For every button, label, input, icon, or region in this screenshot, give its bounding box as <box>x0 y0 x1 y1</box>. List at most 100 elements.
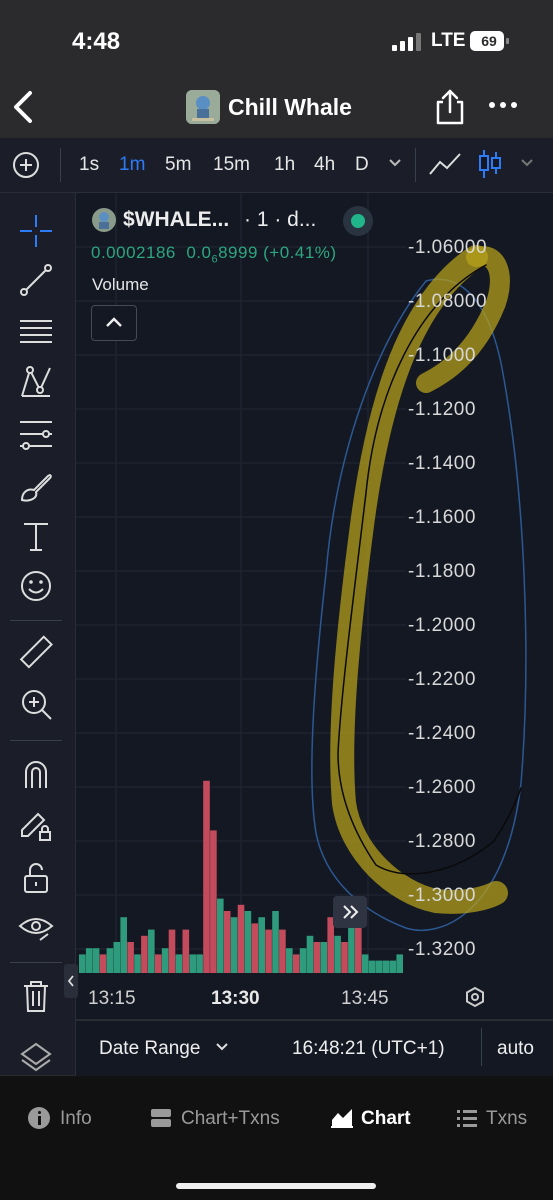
y-axis-label: -1.2600 <box>408 777 476 798</box>
volume-bar <box>237 904 245 973</box>
volume-bar <box>286 948 293 973</box>
y-axis-label: -1.06000 <box>408 237 488 258</box>
collapse-legend-button[interactable] <box>91 305 137 341</box>
volume-bar <box>113 942 121 973</box>
chevron-down-icon[interactable] <box>215 1042 229 1052</box>
volume-bar <box>389 960 397 973</box>
trash-icon[interactable] <box>18 978 54 1014</box>
area-chart-icon[interactable] <box>330 1106 354 1128</box>
volume-bar <box>251 923 259 973</box>
panel-divider <box>10 620 62 621</box>
chart-txns-icon[interactable] <box>150 1108 172 1128</box>
magnet-icon[interactable] <box>18 756 54 792</box>
timeframe-5m[interactable]: 5m <box>165 154 191 176</box>
network-type: LTE <box>431 30 466 51</box>
volume-bar <box>79 954 86 973</box>
crosshair-icon[interactable] <box>18 213 54 249</box>
y-axis-label: -1.2200 <box>408 669 476 690</box>
candlestick-icon[interactable] <box>478 148 502 180</box>
visibility-icon[interactable] <box>18 910 54 946</box>
share-icon[interactable] <box>434 88 466 126</box>
y-axis-label: -1.1600 <box>408 507 476 528</box>
x-axis-label: 13:45 <box>341 988 389 1009</box>
volume-bar <box>396 954 403 973</box>
text-tool-icon[interactable] <box>18 518 54 554</box>
horizontal-lines-icon[interactable] <box>18 313 54 349</box>
tab-info[interactable]: Info <box>60 1108 92 1130</box>
volume-bar <box>182 929 190 973</box>
y-axis-label: -1.3200 <box>408 939 476 960</box>
legend-token-icon <box>92 208 116 232</box>
back-icon[interactable] <box>10 90 36 124</box>
volume-bar <box>141 935 148 973</box>
line-chart-icon[interactable] <box>428 150 462 178</box>
toolbar-divider <box>415 148 416 182</box>
volume-bar <box>361 954 369 973</box>
volume-bar <box>203 780 210 973</box>
y-axis-label: -1.2000 <box>408 615 476 636</box>
volume-bar <box>313 942 321 973</box>
pattern-icon[interactable] <box>18 364 54 400</box>
unlock-icon[interactable] <box>18 860 54 896</box>
timezone-clock[interactable]: 16:48:21 (UTC+1) <box>292 1038 445 1060</box>
brush-icon[interactable] <box>18 468 54 504</box>
emoji-icon[interactable] <box>18 568 54 604</box>
trend-line-icon[interactable] <box>18 262 54 298</box>
status-time: 4:48 <box>72 28 121 55</box>
volume-bar <box>92 948 100 973</box>
home-indicator <box>176 1183 376 1189</box>
lock-drawing-icon[interactable] <box>18 808 54 844</box>
toggle-panel-button[interactable] <box>64 964 78 998</box>
auto-scale-button[interactable]: auto <box>497 1038 534 1060</box>
volume-bar <box>292 954 300 973</box>
tab-txns[interactable]: Txns <box>486 1108 527 1130</box>
volume-bar <box>279 929 286 973</box>
y-axis-label: -1.2800 <box>408 831 476 852</box>
volume-bar <box>127 942 134 973</box>
chart-canvas <box>76 193 527 973</box>
volume-bar <box>244 911 252 973</box>
volume-bar <box>134 954 141 973</box>
y-axis-label: -1.1200 <box>408 399 476 420</box>
timeframe-15m[interactable]: 15m <box>213 154 250 176</box>
chart-settings-icon[interactable] <box>463 985 487 1009</box>
timeframe-4h[interactable]: 4h <box>314 154 335 176</box>
volume-bar <box>154 954 162 973</box>
y-axis-label: -1.1800 <box>408 561 476 582</box>
toolbar-divider <box>60 148 61 182</box>
chevron-down-icon[interactable] <box>388 158 402 168</box>
more-icon[interactable] <box>488 100 518 110</box>
y-axis-label: -1.3000 <box>408 885 476 906</box>
tab-chart[interactable]: Chart <box>361 1108 411 1130</box>
legend-change-suffix: 8999 (+0.41%) <box>218 243 337 262</box>
volume-bar <box>368 960 376 973</box>
volume-bar <box>196 954 203 973</box>
timeframe-1s[interactable]: 1s <box>79 154 99 176</box>
scroll-to-latest-button[interactable] <box>333 896 367 928</box>
signal-icon <box>392 33 421 51</box>
volume-bar <box>161 948 169 973</box>
ruler-icon[interactable] <box>18 635 54 671</box>
date-range-button[interactable]: Date Range <box>99 1038 200 1060</box>
chevron-down-icon[interactable] <box>520 158 534 168</box>
layers-icon[interactable] <box>18 1040 54 1076</box>
timeframe-1h[interactable]: 1h <box>274 154 295 176</box>
volume-bar <box>258 917 265 973</box>
bottom-tab-bar <box>0 1076 553 1200</box>
tab-chart-txns[interactable]: Chart+Txns <box>181 1108 280 1130</box>
legend-symbol: $WHALE... <box>123 208 230 231</box>
y-axis-label: -1.1400 <box>408 453 476 474</box>
volume-bar <box>320 942 328 973</box>
info-icon[interactable] <box>28 1107 50 1129</box>
timeframe-1m[interactable]: 1m <box>119 154 145 176</box>
price-chart[interactable] <box>76 193 553 1019</box>
volume-bar <box>230 917 238 973</box>
fib-retracement-icon[interactable] <box>18 416 54 452</box>
volume-bar <box>265 929 272 973</box>
live-status-indicator <box>343 206 373 236</box>
list-icon[interactable] <box>456 1108 478 1128</box>
timeframe-d[interactable]: D <box>355 154 369 176</box>
y-axis-label: -1.1000 <box>408 345 476 366</box>
add-indicator-icon[interactable] <box>12 151 40 179</box>
zoom-in-icon[interactable] <box>18 686 54 722</box>
